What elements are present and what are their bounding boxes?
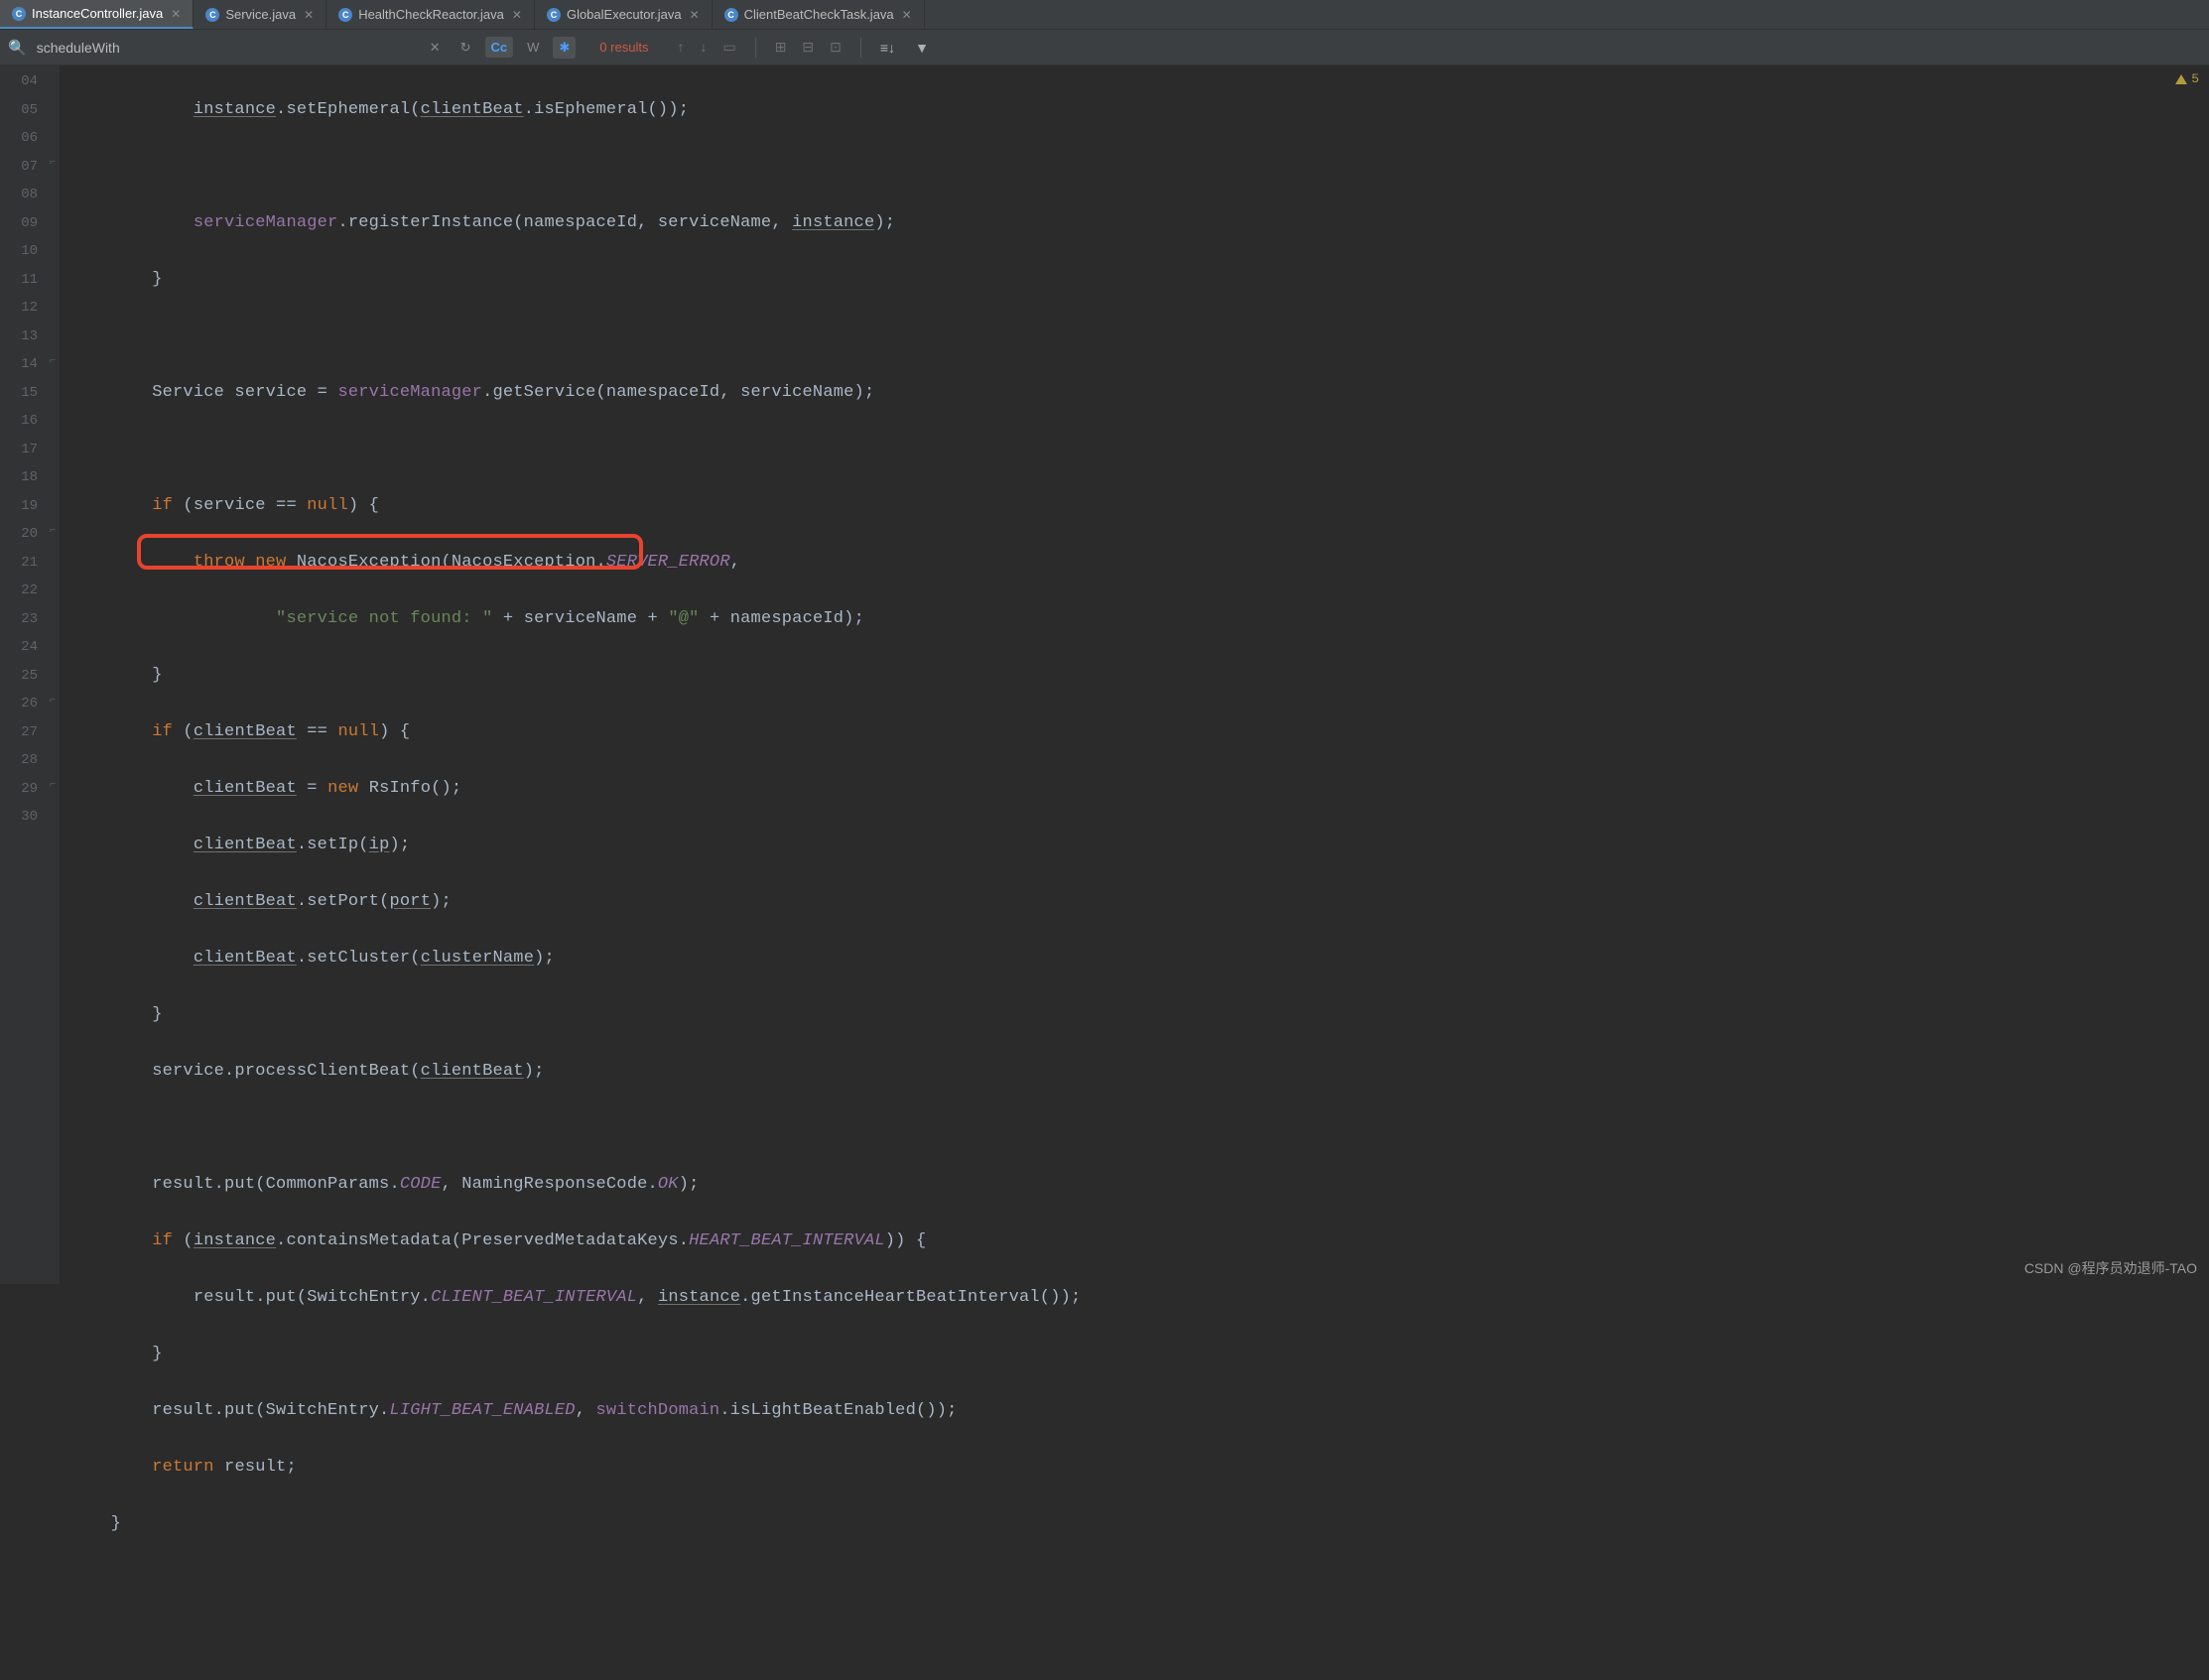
tab-health-check-reactor[interactable]: C HealthCheckReactor.java ✕ [326,0,535,29]
fold-end-icon[interactable]: ⌐ [46,357,56,367]
words-button[interactable]: W [521,37,545,58]
find-toolbar: 🔍 ✕ ↻ Cc W ✱ 0 results ↑ ↓ ▭ ⊞ ⊟ ⊡ ≡↓ ▼ [0,30,2209,65]
code-line: throw new NacosException(NacosException.… [69,549,2209,578]
select-all-icon[interactable]: ▭ [717,36,740,59]
filter-icon[interactable]: ▼ [910,37,934,59]
java-class-icon: C [205,8,219,22]
fold-end-icon[interactable]: ⌐ [46,781,56,791]
close-icon[interactable]: ✕ [512,8,522,22]
search-input[interactable] [37,40,414,56]
search-options: ✕ ↻ Cc W ✱ [424,37,577,59]
code-line: result.put(SwitchEntry.CLIENT_BEAT_INTER… [69,1284,2209,1313]
code-line: return result; [69,1454,2209,1483]
code-line: clientBeat.setIp(ip); [69,832,2209,860]
prev-match-icon[interactable]: ↑ [672,36,689,59]
code-line [69,436,2209,464]
editor-tabs: C InstanceController.java ✕ C Service.ja… [0,0,2209,30]
close-icon[interactable]: ✕ [304,8,314,22]
code-line: if (service == null) { [69,492,2209,521]
tab-global-executor[interactable]: C GlobalExecutor.java ✕ [535,0,713,29]
line-gutter: ⌐ ⌐ ⌐ ⌐ ⌐ 040506070809101112131415161718… [0,65,60,1284]
code-line [69,1567,2209,1596]
code-line: serviceManager.registerInstance(namespac… [69,209,2209,238]
code-area[interactable]: instance.setEphemeral(clientBeat.isEphem… [60,65,2209,1284]
code-line: instance.setEphemeral(clientBeat.isEphem… [69,96,2209,125]
code-line: } [69,1510,2209,1539]
code-line: } [69,1341,2209,1369]
code-line: Service service = serviceManager.getServ… [69,379,2209,408]
watermark: CSDN @程序员劝退师-TAO [2024,1258,2197,1278]
match-case-button[interactable]: Cc [485,37,514,58]
code-line: clientBeat.setCluster(clusterName); [69,945,2209,973]
code-line: if (instance.containsMetadata(PreservedM… [69,1228,2209,1256]
results-count: 0 results [599,40,648,55]
add-selection-icon[interactable]: ⊞ [770,36,792,59]
search-extra: ⊞ ⊟ ⊡ [770,36,846,59]
code-line: "service not found: " + serviceName + "@… [69,605,2209,634]
code-line [69,323,2209,351]
close-search-icon[interactable]: ✕ [424,37,447,59]
divider [755,38,756,58]
code-line: } [69,1001,2209,1030]
remove-selection-icon[interactable]: ⊟ [797,36,819,59]
inspection-badge[interactable]: 5 [2175,71,2199,86]
code-line: if (clientBeat == null) { [69,718,2209,747]
divider [860,38,861,58]
fold-end-icon[interactable]: ⌐ [46,697,56,707]
tab-label: ClientBeatCheckTask.java [744,7,894,22]
tab-label: InstanceController.java [32,6,163,21]
regex-button[interactable]: ✱ [553,37,576,59]
java-class-icon: C [547,8,561,22]
code-line: service.processClientBeat(clientBeat); [69,1058,2209,1087]
code-line: } [69,662,2209,691]
fold-end-icon[interactable]: ⌐ [46,527,56,537]
tab-label: Service.java [225,7,296,22]
warning-icon [2175,74,2187,84]
close-icon[interactable]: ✕ [902,8,912,22]
code-line: } [69,266,2209,295]
tab-client-beat-check-task[interactable]: C ClientBeatCheckTask.java ✕ [713,0,925,29]
java-class-icon: C [12,7,26,21]
java-class-icon: C [338,8,352,22]
close-icon[interactable]: ✕ [690,8,700,22]
fold-end-icon[interactable]: ⌐ [46,159,56,169]
code-line [69,1114,2209,1143]
fold-strip: ⌐ ⌐ ⌐ ⌐ ⌐ [42,65,60,1284]
settings-icon[interactable]: ≡↓ [875,37,900,59]
editor: ⌐ ⌐ ⌐ ⌐ ⌐ 040506070809101112131415161718… [0,65,2209,1284]
warning-count: 5 [2191,71,2199,86]
code-line: clientBeat.setPort(port); [69,888,2209,917]
history-icon[interactable]: ↻ [455,37,477,59]
toggle-icon[interactable]: ⊡ [825,36,846,59]
tab-service[interactable]: C Service.java ✕ [194,0,326,29]
code-line [69,153,2209,182]
code-line: result.put(SwitchEntry.LIGHT_BEAT_ENABLE… [69,1397,2209,1426]
search-icon: 🔍 [8,39,27,57]
tab-instance-controller[interactable]: C InstanceController.java ✕ [0,0,194,29]
code-line: result.put(CommonParams.CODE, NamingResp… [69,1171,2209,1200]
code-line: clientBeat = new RsInfo(); [69,775,2209,804]
tab-label: HealthCheckReactor.java [358,7,504,22]
next-match-icon[interactable]: ↓ [695,36,712,59]
tab-label: GlobalExecutor.java [567,7,682,22]
search-nav: ↑ ↓ ▭ [672,36,740,59]
close-icon[interactable]: ✕ [171,7,181,21]
java-class-icon: C [724,8,738,22]
